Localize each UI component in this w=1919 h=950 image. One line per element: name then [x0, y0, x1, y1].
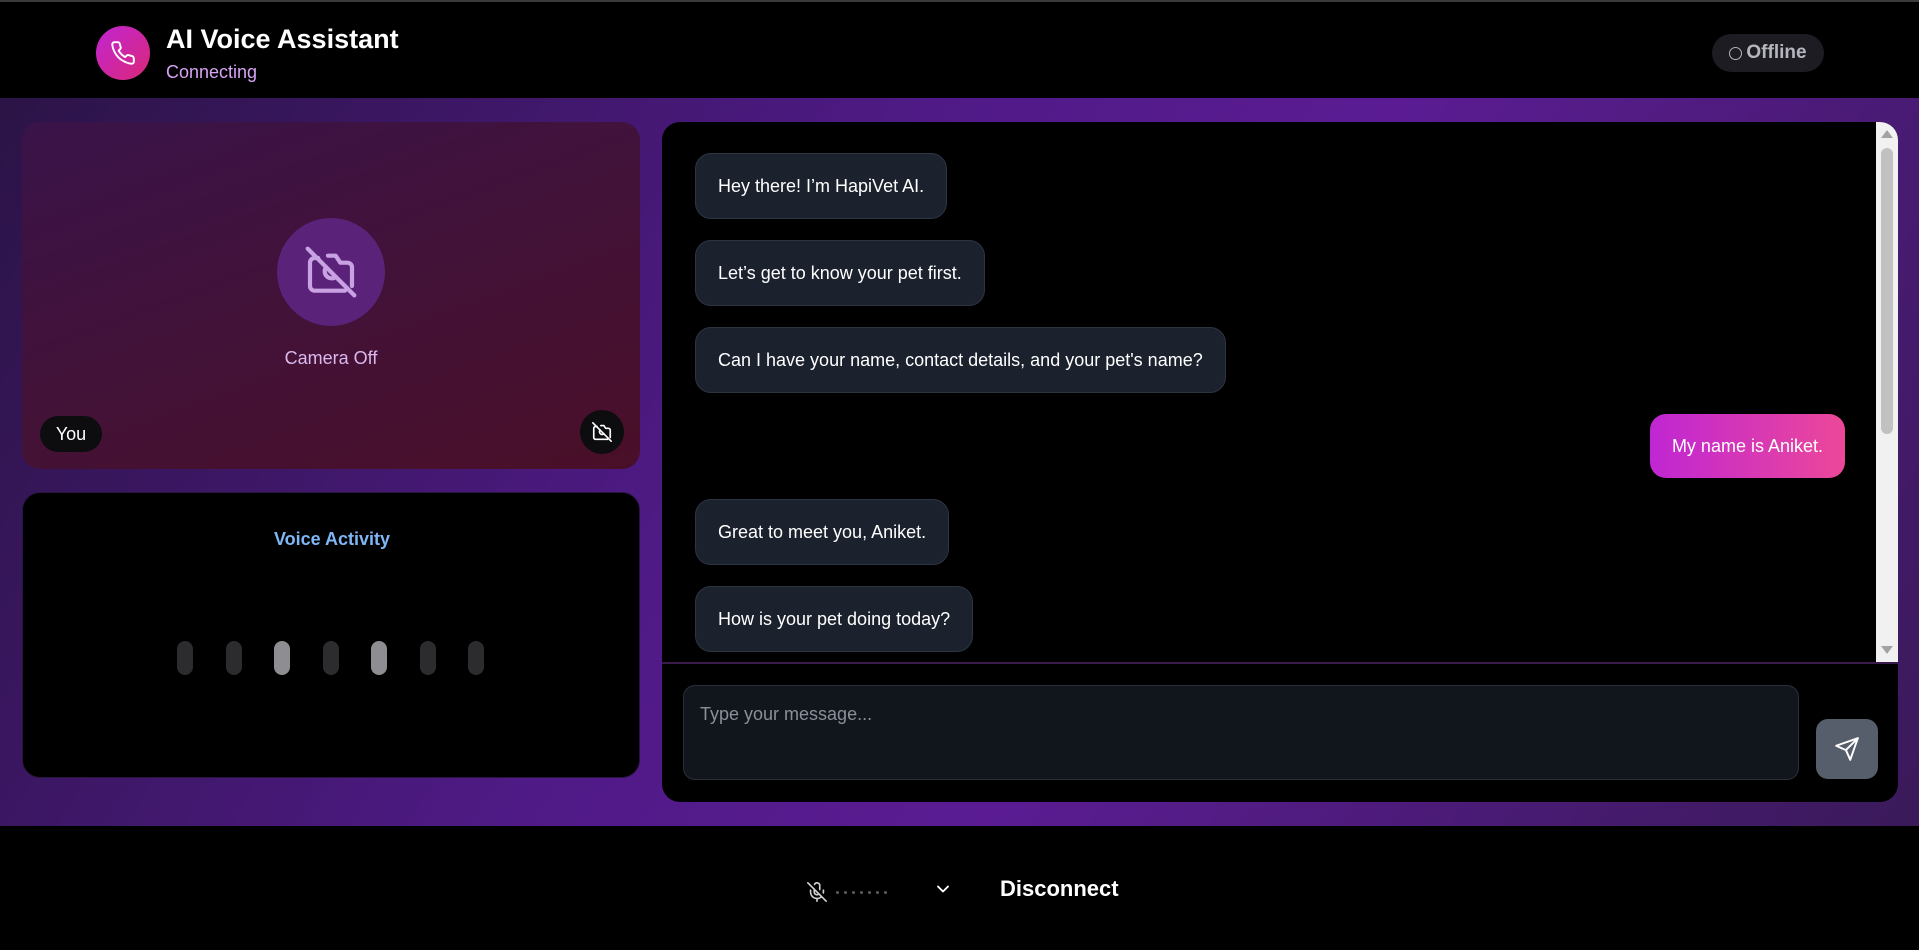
phone-icon — [111, 41, 135, 65]
call-controls: Disconnect — [0, 826, 1919, 950]
status-dot-icon — [1729, 46, 1743, 60]
assistant-message: Can I have your name, contact details, a… — [695, 327, 1226, 393]
chat-panel: Hey there! I’m HapiVet AI. Let’s get to … — [662, 122, 1898, 802]
composer-divider — [662, 662, 1898, 664]
message-input[interactable] — [683, 685, 1799, 780]
voice-level-bar — [274, 641, 290, 675]
camera-off-icon — [305, 246, 357, 298]
assistant-message: How is your pet doing today? — [695, 586, 974, 652]
camera-toggle-button[interactable] — [580, 410, 624, 454]
scroll-up-arrow-icon[interactable] — [1881, 130, 1893, 138]
main-stage: Camera Off You Voice Activity Hey there!… — [0, 98, 1919, 826]
message-list[interactable]: Hey there! I’m HapiVet AI. Let’s get to … — [662, 122, 1876, 662]
camera-off-label: Camera Off — [284, 348, 378, 368]
mic-toggle-button[interactable] — [806, 876, 887, 908]
voice-level-bar — [468, 641, 484, 675]
camera-preview: Camera Off You — [22, 122, 640, 469]
voice-level-bar — [371, 641, 387, 675]
camera-off-icon — [592, 422, 612, 442]
assistant-message: Hey there! I’m HapiVet AI. — [695, 153, 948, 219]
chat-scrollbar[interactable] — [1876, 122, 1898, 662]
assistant-message: Let’s get to know your pet first. — [695, 240, 985, 306]
app-title: AI Voice Assistant — [166, 24, 399, 54]
voice-level-bar — [419, 641, 436, 675]
voice-activity-panel: Voice Activity — [22, 492, 640, 778]
device-menu-button[interactable] — [930, 876, 956, 902]
voice-activity-title: Voice Activity — [273, 529, 391, 549]
you-badge: You — [40, 416, 102, 452]
voice-level-bar — [177, 641, 193, 675]
send-icon — [1835, 737, 1859, 761]
camera-placeholder — [277, 218, 385, 326]
scrollbar-thumb[interactable] — [1881, 148, 1893, 434]
assistant-message: Great to meet you, Aniket. — [695, 499, 950, 565]
app-logo — [96, 26, 150, 80]
disconnect-button[interactable]: Disconnect — [1000, 876, 1119, 902]
connection-status: Connecting — [166, 62, 258, 82]
header-bar: AI Voice Assistant Connecting Offline — [0, 0, 1919, 98]
status-badge: Offline — [1712, 34, 1824, 72]
mic-level-dots — [836, 890, 887, 894]
voice-level-bar — [322, 641, 339, 675]
status-badge-label: Offline — [1746, 42, 1807, 63]
chevron-down-icon — [937, 885, 949, 893]
voice-level-bar — [225, 641, 242, 675]
send-button[interactable] — [1816, 719, 1878, 779]
scroll-down-arrow-icon[interactable] — [1881, 646, 1893, 654]
mic-off-icon — [807, 882, 827, 902]
user-message: My name is Aniket. — [1649, 414, 1845, 478]
